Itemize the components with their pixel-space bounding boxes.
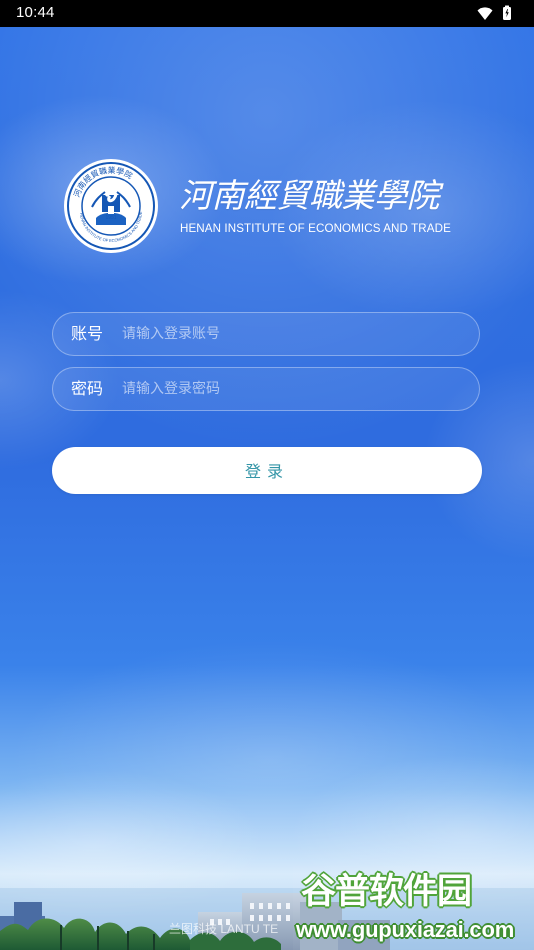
password-field[interactable]: 密码 (52, 367, 480, 411)
password-input[interactable] (122, 375, 464, 403)
account-label: 账号 (71, 324, 104, 343)
footer-text: 兰图科技 LANTU TE (169, 922, 279, 936)
site-watermark: 谷普软件园 www.gupuxiazai.com (293, 866, 530, 950)
status-icons (477, 5, 519, 21)
status-bar: 10:44 (0, 0, 534, 27)
password-label: 密码 (71, 379, 104, 398)
watermark-url: www.gupuxiazai.com (296, 917, 515, 942)
college-name-en: HENAN INSTITUTE OF ECONOMICS AND TRADE (180, 222, 451, 235)
account-field[interactable]: 账号 (52, 312, 480, 356)
college-seal: 1951 河南經貿職業學院 HENAN INSTITUTE OF ECONOMI… (64, 159, 158, 253)
account-input[interactable] (122, 320, 464, 348)
status-time: 10:44 (16, 4, 55, 21)
login-screen: 10:44 1951 河南經貿職業學院 HENAN INSTITUTE OF E… (0, 0, 534, 950)
seal-year: 1951 (105, 215, 116, 221)
watermark-title: 谷普软件园 (301, 872, 472, 912)
wifi-icon (477, 7, 493, 20)
college-name-cn: 河南經貿職業學院 (179, 176, 440, 215)
login-button[interactable]: 登录 (52, 447, 482, 494)
battery-icon (503, 5, 511, 20)
college-logo: 1951 河南經貿職業學院 HENAN INSTITUTE OF ECONOMI… (62, 157, 482, 257)
